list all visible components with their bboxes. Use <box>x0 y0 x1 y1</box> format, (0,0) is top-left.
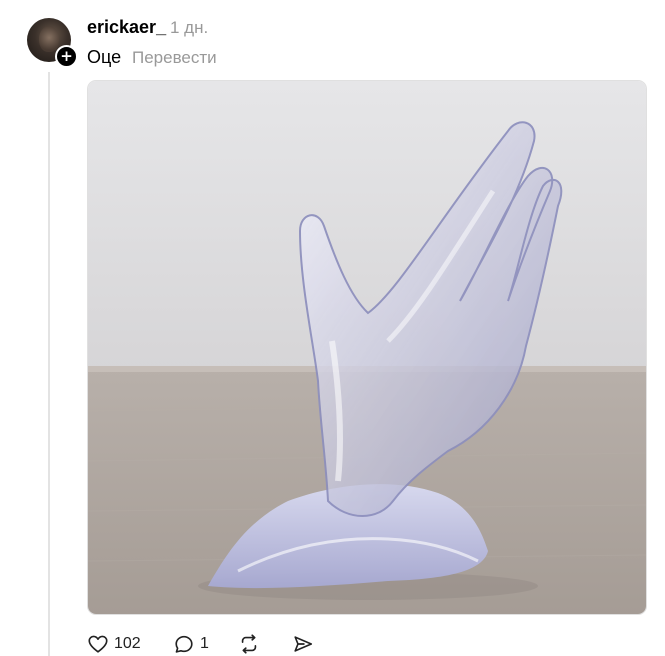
thread-line <box>48 72 50 656</box>
translate-link[interactable]: Перевести <box>132 48 217 68</box>
reply-count: 1 <box>200 635 209 652</box>
repost-button[interactable] <box>238 633 260 655</box>
post-text: Оце <box>87 47 122 67</box>
heart-icon <box>88 635 108 653</box>
avatar[interactable]: + <box>27 18 78 68</box>
repost-icon <box>241 634 257 654</box>
post-time[interactable]: 1 дн. <box>170 18 208 38</box>
comment-icon <box>175 635 193 653</box>
like-button[interactable]: 102 <box>87 633 141 655</box>
share-button[interactable] <box>292 633 314 655</box>
like-count: 102 <box>114 635 141 652</box>
follow-plus-icon[interactable]: + <box>55 45 78 68</box>
post-image[interactable] <box>87 80 647 615</box>
send-icon <box>294 636 313 652</box>
reply-button[interactable]: 1 <box>173 633 209 655</box>
username[interactable]: erickaer_ <box>87 17 166 38</box>
